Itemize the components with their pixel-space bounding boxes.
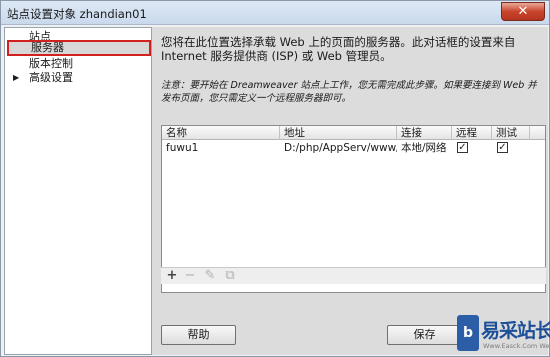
table-header: 名称 地址 连接 远程 测试 (162, 126, 545, 140)
category-advanced-settings[interactable]: ▶ 高级设置 (5, 70, 151, 86)
panel-description: 您将在此位置选择承载 Web 上的页面的服务器。此对话框的设置来自 Intern… (161, 35, 516, 63)
edit-server-icon[interactable]: ✎ (201, 268, 219, 284)
duplicate-server-icon[interactable]: ⧉ (221, 268, 239, 284)
window-title: 站点设置对象 zhandian01 (7, 7, 147, 21)
category-label: 高级设置 (29, 71, 73, 84)
column-header-remote[interactable]: 远程 (452, 126, 492, 140)
server-toolbar: + − ✎ ⧉ (161, 267, 546, 284)
site-setup-dialog: 站点设置对象 zhandian01 ✕ 站点 服务器 版本控制 ▶ 高级设置 您… (0, 0, 550, 357)
category-label: 版本控制 (29, 57, 73, 70)
category-list: 站点 服务器 版本控制 ▶ 高级设置 (4, 27, 152, 355)
title-bar: 站点设置对象 zhandian01 ✕ (1, 1, 549, 25)
test-checkbox[interactable]: ✓ (497, 142, 508, 153)
panel-note: 注意：要开始在 Dreamweaver 站点上工作，您无需完成此步骤。如果要连接… (161, 80, 537, 104)
watermark-logo-icon: b (457, 315, 479, 351)
category-servers[interactable]: 服务器 (7, 40, 151, 56)
close-button[interactable]: ✕ (501, 2, 545, 21)
table-row[interactable]: fuwu1 D:/php/AppServ/www/M... 本地/网络 ✓ ✓ (162, 141, 545, 155)
remove-server-icon[interactable]: − (181, 268, 199, 284)
remote-checkbox[interactable]: ✓ (457, 142, 468, 153)
column-header-test[interactable]: 测试 (492, 126, 530, 140)
watermark-text: 易采站长站 (481, 320, 550, 342)
column-header-name[interactable]: 名称 (162, 126, 280, 140)
watermark: b 易采站长站 Www.Easck.Com Webmaster (441, 306, 550, 357)
server-address: D:/php/AppServ/www/M... (284, 142, 397, 154)
server-name: fuwu1 (166, 142, 199, 154)
column-header-connection[interactable]: 连接 (397, 126, 452, 140)
help-button[interactable]: 帮助 (161, 325, 236, 345)
column-header-address[interactable]: 地址 (280, 126, 397, 140)
watermark-url: Www.Easck.Com Webmaster (483, 342, 550, 350)
expand-arrow-icon[interactable]: ▶ (13, 70, 19, 86)
category-label: 服务器 (31, 41, 64, 54)
add-server-icon[interactable]: + (163, 268, 181, 284)
server-connection: 本地/网络 (401, 142, 447, 154)
